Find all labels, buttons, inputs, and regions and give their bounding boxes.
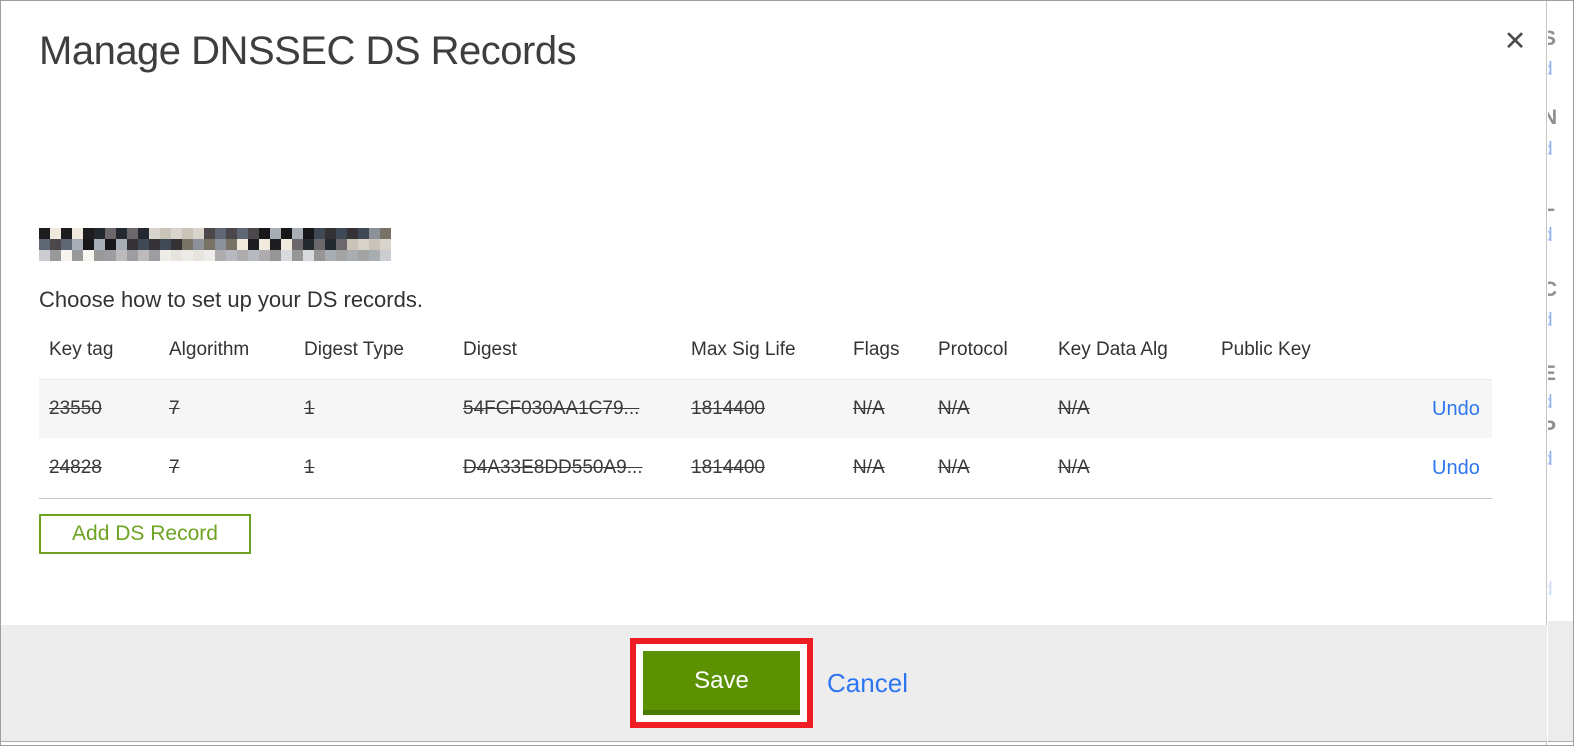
column-header: Max Sig Life [691, 339, 796, 360]
ds-records-table: Key tag Algorithm Digest Type Digest Max Sig… [39, 335, 1492, 499]
save-button[interactable]: Save [643, 651, 801, 715]
dnssec-modal: Manage DNSSEC DS Records ✕ Choose how to… [1, 1, 1547, 745]
add-ds-record-button[interactable]: Add DS Record [39, 514, 251, 554]
table-cell: 1 [304, 457, 315, 478]
undo-cell: Undo [1422, 398, 1492, 421]
footer-actions: Save Cancel [630, 638, 908, 728]
background-page-strip: SdNdLdCdEdPdd [1548, 1, 1573, 745]
table-cell: N/A [938, 398, 970, 419]
table-header-row: Key tag Algorithm Digest Type Digest Max Sig… [39, 335, 1492, 380]
background-text-fragment: L [1548, 193, 1555, 217]
background-text-fragment: d [1548, 392, 1553, 414]
table-cell: N/A [1058, 457, 1090, 478]
page-title: Manage DNSSEC DS Records [39, 29, 577, 73]
background-text-fragment: d [1548, 579, 1553, 601]
table-row: 24828 7 1 D4A33E8DD550A9... 1814400 N/A N/A N/A… [39, 438, 1492, 499]
undo-link[interactable]: Undo [1432, 457, 1480, 479]
domain-name-redacted [39, 228, 391, 261]
cancel-link[interactable]: Cancel [827, 668, 908, 699]
instruction-text: Choose how to set up your DS records. [39, 287, 423, 312]
background-text-fragment: C [1548, 278, 1557, 302]
column-header: Protocol [938, 339, 1008, 360]
column-header-actions [1422, 335, 1492, 339]
column-header: Public Key [1221, 339, 1311, 360]
table-cell: N/A [853, 457, 885, 478]
background-text-fragment: E [1548, 362, 1556, 386]
table-cell: 7 [169, 457, 180, 478]
table-cell: 7 [169, 398, 180, 419]
column-header: Digest [463, 339, 517, 360]
table-cell: N/A [853, 398, 885, 419]
background-text-fragment: d [1548, 139, 1553, 161]
column-header: Flags [853, 339, 900, 360]
background-text-fragment: N [1548, 106, 1557, 130]
undo-cell: Undo [1422, 457, 1492, 480]
modal-footer: Save Cancel [1, 625, 1547, 742]
table-cell: 1814400 [691, 457, 765, 478]
column-header: Key Data Alg [1058, 339, 1168, 360]
table-cell: D4A33E8DD550A9... [463, 457, 643, 478]
background-text-fragment: d [1548, 59, 1553, 81]
background-text-fragment: d [1548, 449, 1553, 471]
background-text-fragment: d [1548, 310, 1553, 332]
column-header: Digest Type [304, 339, 404, 360]
background-text-fragment: S [1548, 27, 1556, 51]
background-page-footer [1548, 621, 1573, 742]
table-cell: 1 [304, 398, 315, 419]
table-cell: 23550 [49, 398, 102, 419]
table-cell: 54FCF030AA1C79... [463, 398, 640, 419]
table-row: 23550 7 1 54FCF030AA1C79... 1814400 N/A N/A N/A… [39, 380, 1492, 438]
table-cell: 1814400 [691, 398, 765, 419]
table-cell: N/A [938, 457, 970, 478]
background-text-fragment: P [1548, 417, 1556, 441]
undo-link[interactable]: Undo [1432, 398, 1480, 420]
background-text-fragment: d [1548, 225, 1553, 247]
table-cell: N/A [1058, 398, 1090, 419]
close-icon[interactable]: ✕ [1495, 21, 1535, 61]
column-header: Key tag [49, 339, 114, 360]
table-cell: 24828 [49, 457, 102, 478]
table-body: 23550 7 1 54FCF030AA1C79... 1814400 N/A N/A N/A… [39, 380, 1492, 499]
screenshot-viewport: Manage DNSSEC DS Records ✕ Choose how to… [0, 0, 1574, 746]
annotation-highlight-box: Save [630, 638, 814, 728]
column-header: Algorithm [169, 339, 250, 360]
